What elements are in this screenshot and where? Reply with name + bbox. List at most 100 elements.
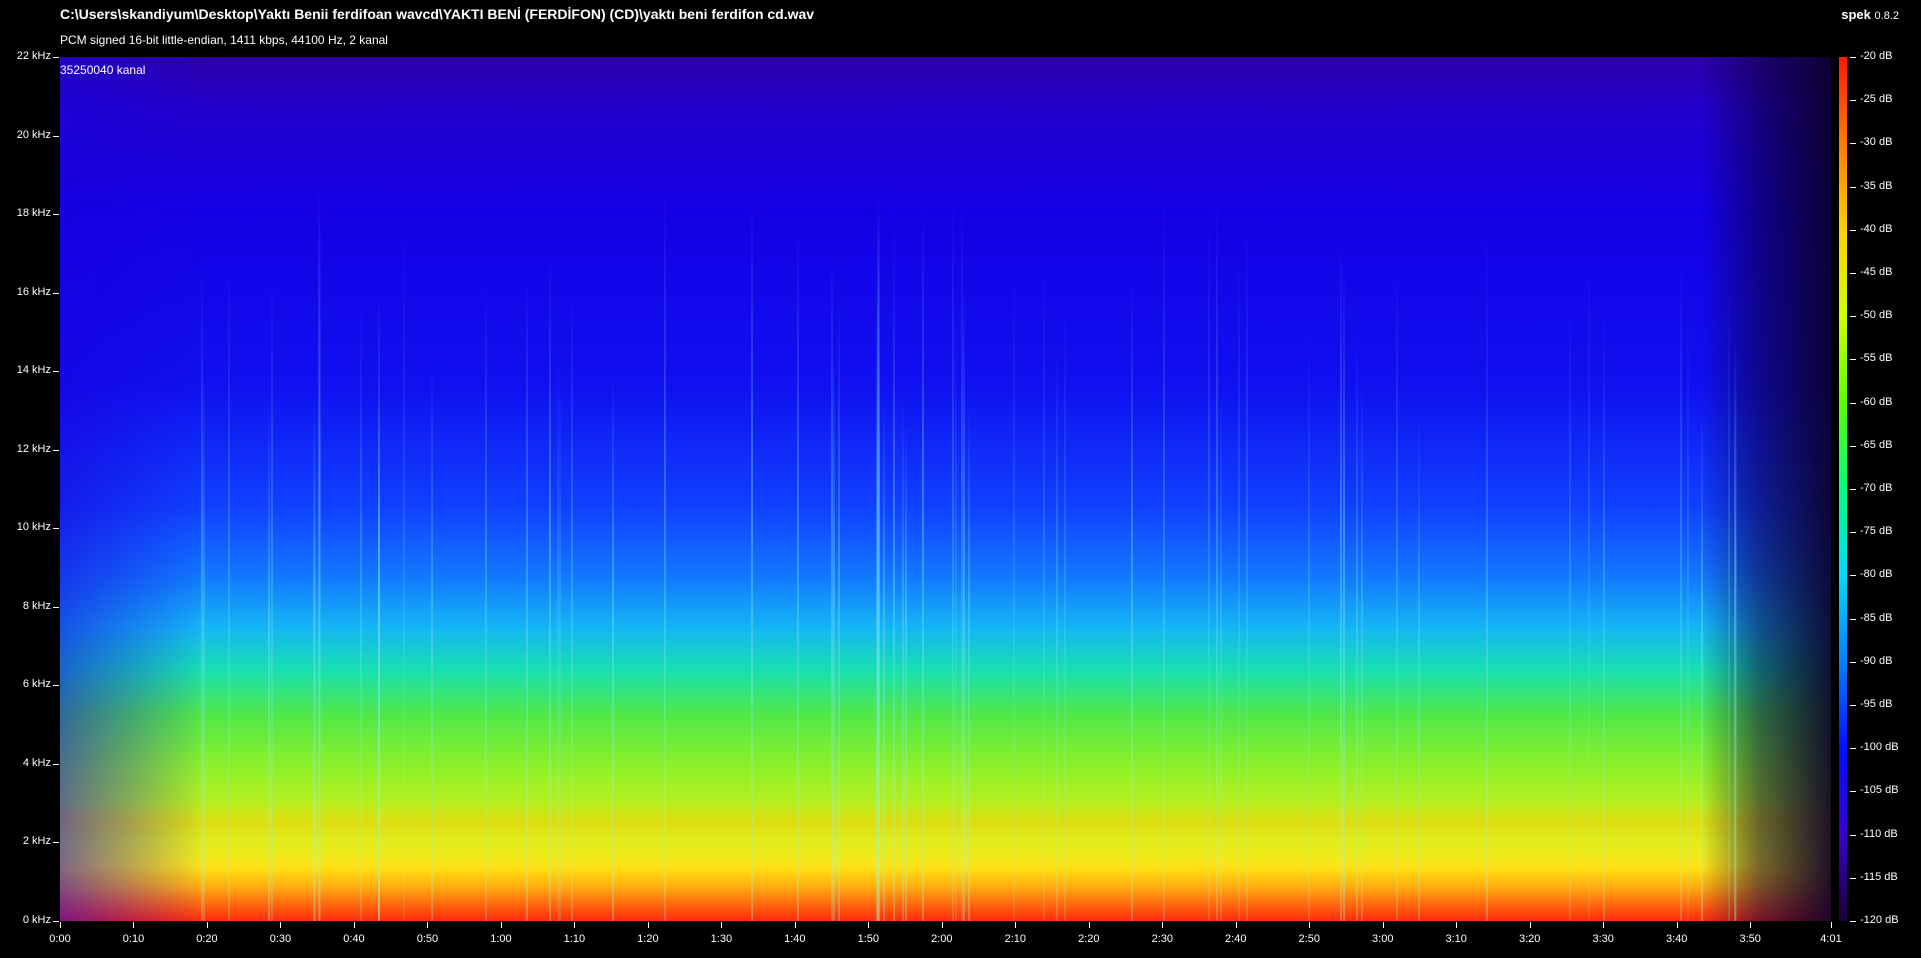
time-tick xyxy=(868,922,869,928)
time-tick-label: 4:01 xyxy=(1820,933,1842,945)
time-tick xyxy=(354,922,355,928)
spectrogram-image xyxy=(60,57,1831,921)
audio-info: PCM signed 16-bit little-endian, 1411 kb… xyxy=(60,33,388,47)
time-tick xyxy=(1456,922,1457,928)
frequency-tick-label: 6 kHz xyxy=(22,678,51,691)
spectrogram-streak xyxy=(797,223,799,921)
time-tick-label: 1:10 xyxy=(563,933,586,945)
spectrogram-streak xyxy=(571,288,573,921)
frequency-tick-label: 10 kHz xyxy=(16,521,51,534)
time-tick xyxy=(1162,922,1163,928)
frequency-tick-label: 18 kHz xyxy=(16,207,51,220)
time-tick-label: 3:10 xyxy=(1445,933,1467,945)
app-name: spek 0.8.2 xyxy=(1841,7,1899,22)
frequency-tick-label: 20 kHz xyxy=(16,128,51,141)
spectrogram-streak xyxy=(314,409,316,921)
spectrogram-streak xyxy=(378,402,380,921)
frequency-tick xyxy=(53,528,59,529)
spectrogram-streak xyxy=(1588,243,1590,921)
spectrogram-streak xyxy=(319,194,321,921)
db-tick-label: -50 dB xyxy=(1860,309,1893,322)
spectrogram-band xyxy=(60,802,1831,842)
db-tick-label: -60 dB xyxy=(1860,395,1893,408)
spectrogram-streak xyxy=(431,354,433,921)
spectrogram-streak xyxy=(664,184,666,921)
db-tick xyxy=(1850,143,1856,144)
spectrogram-streak xyxy=(526,275,528,921)
time-tick xyxy=(1750,922,1751,928)
frequency-tick xyxy=(53,842,59,843)
db-tick-label: -80 dB xyxy=(1860,568,1893,581)
db-tick xyxy=(1850,446,1856,447)
time-tick xyxy=(60,922,61,928)
time-tick-label: 2:50 xyxy=(1298,933,1320,945)
db-tick xyxy=(1850,575,1856,576)
time-tick-label: 2:00 xyxy=(931,933,953,945)
time-tick xyxy=(648,922,649,928)
db-tick-label: -95 dB xyxy=(1860,698,1893,710)
db-tick xyxy=(1850,791,1856,792)
time-tick-label: 1:20 xyxy=(637,933,659,945)
time-tick xyxy=(942,922,943,928)
spectrogram-streak xyxy=(268,412,270,921)
frequency-tick xyxy=(53,921,59,922)
time-tick xyxy=(1309,922,1310,928)
db-tick-label: -105 dB xyxy=(1860,784,1899,797)
db-tick-label: -70 dB xyxy=(1860,482,1893,494)
spectrogram-streak xyxy=(1728,288,1730,921)
db-tick-label: -35 dB xyxy=(1860,179,1893,192)
db-tick xyxy=(1850,403,1856,404)
db-tick-label: -115 dB xyxy=(1860,870,1898,883)
spectrogram-streak xyxy=(1735,342,1737,921)
time-tick-label: 1:30 xyxy=(710,933,733,945)
frequency-tick-label: 12 kHz xyxy=(16,442,51,455)
db-tick-label: -120 dB xyxy=(1860,914,1899,926)
spectrogram-streak xyxy=(961,190,963,921)
db-tick xyxy=(1850,316,1856,317)
time-tick-label: 0:20 xyxy=(196,933,218,945)
frequency-tick xyxy=(53,450,59,451)
spectrogram-streak xyxy=(1308,337,1310,921)
time-tick xyxy=(1236,922,1237,928)
spectrogram-streak xyxy=(905,419,907,921)
spectrogram-streak xyxy=(1356,337,1358,921)
frequency-tick-label: 22 kHz xyxy=(16,50,51,62)
db-tick xyxy=(1850,100,1856,101)
spectrogram-streak xyxy=(1343,261,1345,921)
time-tick-label: 2:10 xyxy=(1004,933,1027,945)
frequency-tick xyxy=(53,214,59,215)
frequency-tick-label: 0 kHz xyxy=(22,914,51,926)
spectrogram-streak xyxy=(1246,219,1248,921)
spectrogram-band xyxy=(60,857,1831,897)
db-tick-label: -20 dB xyxy=(1860,50,1893,62)
app-version: 0.8.2 xyxy=(1874,10,1899,22)
spectrogram-streak xyxy=(1361,373,1363,921)
frequency-tick xyxy=(53,371,59,372)
time-tick-label: 3:20 xyxy=(1518,933,1541,945)
time-tick-label: 3:00 xyxy=(1372,933,1394,945)
spectrogram-streak xyxy=(1216,196,1218,921)
spectrogram-streak xyxy=(1064,299,1066,921)
db-tick-label: -100 dB xyxy=(1860,741,1899,754)
spectrogram-streak xyxy=(1687,306,1689,921)
db-tick xyxy=(1850,187,1856,188)
time-tick xyxy=(574,922,575,928)
time-tick xyxy=(427,922,428,928)
time-tick xyxy=(1530,922,1531,928)
spectrogram-streak xyxy=(360,297,362,921)
time-tick-label: 1:50 xyxy=(857,933,880,945)
spectrogram-streak xyxy=(838,301,840,921)
db-tick xyxy=(1850,878,1856,879)
db-tick-label: -45 dB xyxy=(1860,266,1893,278)
spectrogram-streak xyxy=(1163,199,1165,921)
db-tick xyxy=(1850,835,1856,836)
db-tick xyxy=(1850,359,1856,360)
spectrogram-streak xyxy=(1238,247,1240,921)
time-tick xyxy=(1383,922,1384,928)
frequency-tick-label: 14 kHz xyxy=(16,364,51,377)
time-tick-label: 0:00 xyxy=(49,933,71,945)
spectrogram-streak xyxy=(1701,409,1703,921)
time-tick xyxy=(721,922,722,928)
time-tick-label: 1:40 xyxy=(784,933,806,945)
spectrogram-streak xyxy=(883,398,885,921)
